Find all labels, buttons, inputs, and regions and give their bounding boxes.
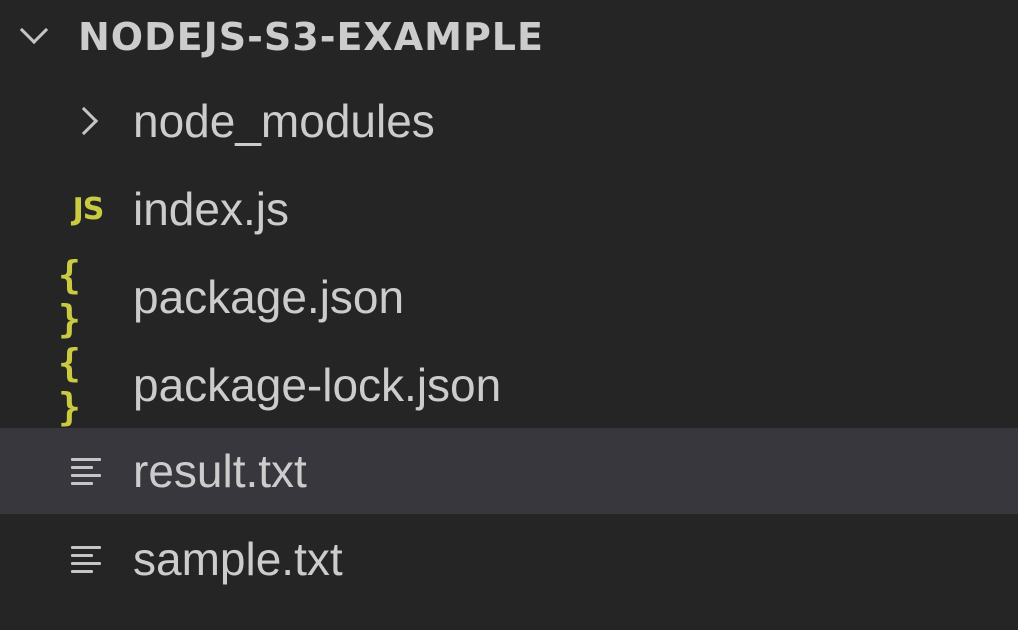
json-file-icon: { } [58,341,118,429]
folder-header-nodejs-s3-example[interactable]: NODEJS-S3-EXAMPLE [0,0,1018,74]
tree-item-label: index.js [133,183,289,235]
json-file-icon: { } [58,253,118,341]
text-file-icon [58,516,118,602]
json-file-icon-glyph: { } [58,253,83,341]
tree-item-label: sample.txt [133,533,343,585]
js-file-icon-glyph: JS [72,191,105,227]
tree-item-label: result.txt [133,445,307,497]
tree-item-sample-txt[interactable]: sample.txt [0,516,1018,602]
json-file-icon-glyph: { } [58,341,83,429]
folder-title: NODEJS-S3-EXAMPLE [78,15,544,59]
tree-item-node-modules[interactable]: node_modules [0,78,1018,164]
text-lines-icon [71,542,105,576]
tree-item-label: package-lock.json [133,359,502,411]
tree-item-package-json[interactable]: { } package.json [0,253,1018,341]
tree-item-result-txt[interactable]: result.txt [0,428,1018,514]
text-lines-icon [71,454,105,488]
chevron-down-icon[interactable] [19,15,49,45]
file-explorer: NODEJS-S3-EXAMPLE node_modules JS index.… [0,0,1018,630]
text-file-icon [58,428,118,514]
tree-item-label: node_modules [133,95,435,147]
tree-item-index-js[interactable]: JS index.js [0,166,1018,252]
chevron-right-icon[interactable] [69,106,99,136]
tree-item-package-lock-json[interactable]: { } package-lock.json [0,341,1018,429]
tree-item-label: package.json [133,271,405,323]
js-file-icon: JS [58,166,118,252]
